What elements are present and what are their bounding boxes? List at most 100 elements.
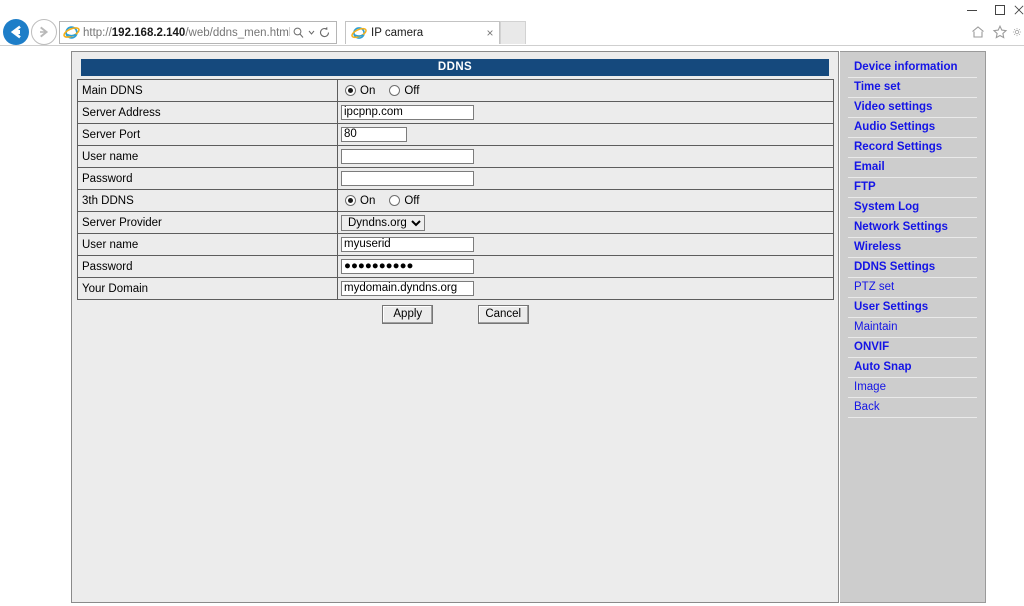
minimize-button[interactable]	[958, 1, 986, 19]
sidebar-item-user-settings[interactable]: User Settings	[848, 298, 977, 318]
tab-strip: IP camera ×	[345, 21, 526, 44]
sidebar-item-maintain[interactable]: Maintain	[848, 318, 977, 338]
maximize-button[interactable]	[986, 1, 1014, 19]
form-row-label: 3th DDNS	[77, 189, 338, 212]
address-url: http://192.168.2.140/web/ddns_men.html	[83, 27, 290, 39]
sidebar-item-ftp[interactable]: FTP	[848, 178, 977, 198]
radio-option[interactable]: Off	[389, 195, 419, 207]
form-row: Server Address	[77, 101, 834, 124]
form-row-control	[337, 123, 834, 146]
text-input[interactable]	[341, 259, 474, 274]
form-row-label: Main DDNS	[77, 79, 338, 102]
form-row: Server Port	[77, 123, 834, 146]
sidebar-item-network-settings[interactable]: Network Settings	[848, 218, 977, 238]
radio-group: On Off	[341, 195, 833, 207]
form-row-label: Your Domain	[77, 277, 338, 300]
server-provider-select[interactable]: Dyndns.org	[341, 214, 425, 231]
sidebar-item-audio-settings[interactable]: Audio Settings	[848, 118, 977, 138]
radio-option-label: Off	[404, 194, 420, 207]
form-row: Main DDNS On Off	[77, 79, 834, 102]
ddns-settings-panel: DDNS Main DDNSOnOffServer AddressServer …	[71, 51, 839, 603]
radio-button-icon[interactable]	[345, 85, 356, 96]
form-row-control: Dyndns.org	[337, 211, 834, 234]
text-input[interactable]	[341, 149, 474, 164]
sidebar-item-ptz-set[interactable]: PTZ set	[848, 278, 977, 298]
form-row-label: Server Provider	[77, 211, 338, 234]
close-icon[interactable]: ×	[481, 26, 499, 40]
form-row-control	[337, 233, 834, 256]
sidebar-item-video-settings[interactable]: Video settings	[848, 98, 977, 118]
sidebar-item-onvif[interactable]: ONVIF	[848, 338, 977, 358]
chevron-down-icon[interactable]	[306, 23, 316, 42]
form-row: Your Domain	[77, 277, 834, 300]
form-row-control	[337, 101, 834, 124]
toolbar-icons	[966, 22, 1022, 42]
radio-group: On Off	[341, 85, 833, 97]
form-row-label: Password	[77, 167, 338, 190]
url-host: 192.168.2.140	[111, 26, 186, 39]
form-row-label: User name	[77, 233, 338, 256]
text-input[interactable]	[341, 237, 474, 252]
form-row-control	[337, 255, 834, 278]
url-prefix: http://	[83, 26, 112, 39]
text-input[interactable]	[341, 281, 474, 296]
favorites-star-icon[interactable]	[990, 22, 1010, 42]
form-row: Password	[77, 255, 834, 278]
sidebar-item-device-information[interactable]: Device information	[848, 58, 977, 78]
radio-option[interactable]: Off	[389, 85, 419, 97]
text-input[interactable]	[341, 171, 474, 186]
sidebar-item-time-set[interactable]: Time set	[848, 78, 977, 98]
new-tab-button[interactable]	[500, 21, 526, 44]
close-button[interactable]	[1014, 1, 1024, 19]
form-row-control	[337, 277, 834, 300]
browser-chrome: http://192.168.2.140/web/ddns_men.html I…	[0, 0, 1024, 46]
radio-option-label: On	[360, 84, 376, 97]
ie-favicon-icon	[351, 25, 367, 41]
form-row: User name	[77, 145, 834, 168]
sidebar-item-wireless[interactable]: Wireless	[848, 238, 977, 258]
sidebar-item-system-log[interactable]: System Log	[848, 198, 977, 218]
radio-option[interactable]: On	[345, 195, 375, 207]
form-row-control	[337, 167, 834, 190]
page-viewport: DDNS Main DDNSOnOffServer AddressServer …	[0, 46, 1024, 606]
cancel-button[interactable]: Cancel	[477, 304, 529, 324]
radio-option-label: On	[360, 194, 376, 207]
gear-icon[interactable]	[1012, 22, 1022, 42]
address-bar-icons	[290, 23, 336, 42]
radio-button-icon[interactable]	[389, 195, 401, 206]
form-row: User name	[77, 233, 834, 256]
search-icon[interactable]	[290, 23, 306, 42]
sidebar-item-auto-snap[interactable]: Auto Snap	[848, 358, 977, 378]
tab-ip-camera[interactable]: IP camera ×	[345, 21, 500, 44]
side-navigation-menu: Device information Time set Video settings…	[840, 51, 986, 603]
form-row-label: Server Port	[77, 123, 338, 146]
forward-icon[interactable]	[31, 19, 57, 45]
sidebar-item-ddns-settings[interactable]: DDNS Settings	[848, 258, 977, 278]
tab-title: IP camera	[371, 27, 424, 39]
url-path: /web/ddns_men.html	[185, 26, 290, 39]
radio-option[interactable]: On	[345, 85, 375, 97]
back-icon[interactable]	[3, 19, 29, 45]
form-row-control: On Off	[337, 189, 834, 212]
window-controls	[958, 0, 1024, 20]
sidebar-item-image[interactable]: Image	[848, 378, 977, 398]
apply-button[interactable]: Apply	[382, 304, 434, 324]
address-bar[interactable]: http://192.168.2.140/web/ddns_men.html	[59, 21, 337, 44]
form-row-label: User name	[77, 145, 338, 168]
ie-favicon-icon	[63, 24, 80, 41]
sidebar-item-record-settings[interactable]: Record Settings	[848, 138, 977, 158]
form-row: Server Provider Dyndns.org	[77, 211, 834, 234]
form-button-row: Apply Cancel	[77, 304, 834, 324]
radio-button-icon[interactable]	[345, 195, 356, 206]
text-input[interactable]	[341, 105, 474, 120]
panel-title: DDNS	[81, 59, 829, 76]
navigation-buttons	[3, 19, 59, 45]
radio-button-icon[interactable]	[389, 85, 401, 96]
form-row-label: Password	[77, 255, 338, 278]
text-input[interactable]	[341, 127, 407, 142]
home-icon[interactable]	[968, 22, 988, 42]
form-row-control: On Off	[337, 79, 834, 102]
sidebar-item-email[interactable]: Email	[848, 158, 977, 178]
sidebar-item-back[interactable]: Back	[848, 398, 977, 418]
refresh-icon[interactable]	[316, 23, 332, 42]
